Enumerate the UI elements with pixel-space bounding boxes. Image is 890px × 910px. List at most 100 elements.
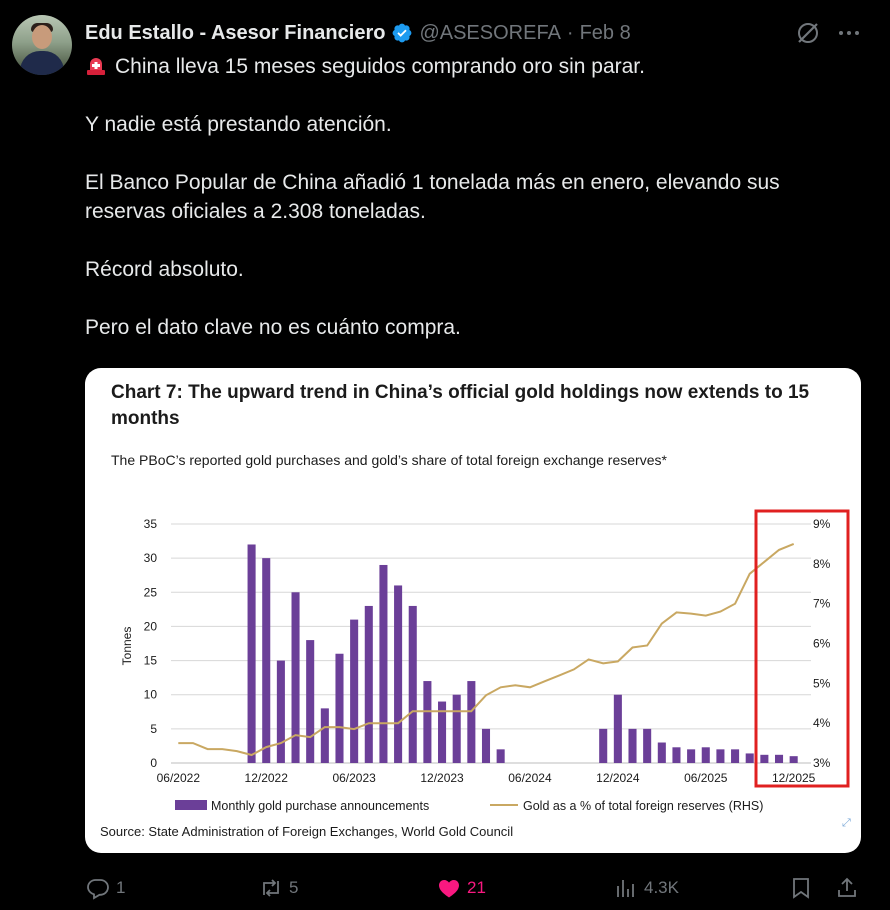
purchase-bar bbox=[672, 747, 681, 763]
chart-bars bbox=[247, 544, 798, 763]
y2-axis-labels: 3% 4% 5% 6% 7% 8% 9% bbox=[813, 517, 831, 770]
x-tick-label: 06/2024 bbox=[508, 771, 552, 785]
y2-tick-label: 4% bbox=[813, 716, 831, 730]
tweet-line-5: Pero el dato clave no es cuánto compra. bbox=[85, 316, 461, 339]
x-tick-label: 12/2024 bbox=[596, 771, 640, 785]
x-tick-label: 06/2023 bbox=[332, 771, 376, 785]
legend-line-label: Gold as a % of total foreign reserves (R… bbox=[523, 799, 763, 813]
y-tick-label: 15 bbox=[144, 654, 158, 668]
legend-bar-label: Monthly gold purchase announcements bbox=[211, 799, 429, 813]
grok-icon[interactable] bbox=[795, 20, 821, 46]
x-axis-labels: 06/2022 12/2022 06/2023 12/2023 06/2024 12/20… bbox=[157, 771, 816, 785]
purchase-bar bbox=[262, 558, 271, 763]
purchase-bar bbox=[452, 694, 461, 763]
purchase-bar bbox=[335, 653, 344, 763]
share-button[interactable] bbox=[835, 876, 865, 900]
reply-icon bbox=[87, 879, 109, 900]
y2-tick-label: 8% bbox=[813, 557, 831, 571]
heart-icon bbox=[439, 880, 459, 898]
like-count: 21 bbox=[467, 878, 486, 897]
y-tick-label: 5 bbox=[150, 722, 157, 736]
legend-bar-swatch bbox=[175, 800, 207, 810]
repost-icon bbox=[263, 879, 279, 897]
y2-tick-label: 7% bbox=[813, 597, 831, 611]
reply-button[interactable]: 1 bbox=[86, 876, 125, 900]
more-options-icon[interactable] bbox=[836, 20, 862, 46]
author-name[interactable]: Edu Estallo - Asesor Financiero bbox=[85, 22, 385, 45]
y-tick-label: 0 bbox=[150, 756, 157, 770]
x-tick-label: 12/2025 bbox=[772, 771, 816, 785]
purchase-bar bbox=[687, 749, 696, 763]
view-count: 4.3K bbox=[644, 878, 679, 897]
tweet-actions: 1 5 21 4.3K bbox=[0, 868, 890, 908]
expand-icon: ⤢ bbox=[842, 816, 851, 829]
y-tick-label: 25 bbox=[144, 585, 158, 599]
purchase-bar bbox=[613, 694, 622, 763]
tweet-line-3b: reservas oficiales a 2.308 toneladas. bbox=[85, 200, 426, 223]
purchase-bar bbox=[247, 544, 256, 763]
x-tick-label: 06/2022 bbox=[157, 771, 201, 785]
purchase-bar bbox=[306, 640, 315, 763]
tweet-line-2: Y nadie está prestando atención. bbox=[85, 113, 392, 136]
purchase-bar bbox=[481, 728, 491, 763]
tweet-text: China lleva 15 meses seguidos comprando … bbox=[85, 52, 845, 342]
purchase-bar bbox=[789, 756, 798, 763]
gold-share-line bbox=[178, 542, 795, 757]
repost-count: 5 bbox=[289, 878, 299, 897]
views-icon bbox=[617, 880, 634, 897]
purchase-bar bbox=[320, 708, 329, 763]
y2-tick-label: 6% bbox=[813, 637, 831, 651]
bookmark-icon bbox=[793, 878, 809, 899]
purchase-bar bbox=[408, 605, 417, 763]
y2-tick-label: 9% bbox=[813, 517, 831, 531]
purchase-bar bbox=[745, 753, 754, 763]
chart-image-card[interactable]: Chart 7: The upward trend in China’s off… bbox=[85, 368, 861, 853]
x-tick-label: 12/2022 bbox=[245, 771, 289, 785]
bookmark-button[interactable] bbox=[789, 876, 819, 900]
author-handle[interactable]: @ASESOREFA bbox=[419, 22, 560, 45]
x-tick-label: 06/2025 bbox=[684, 771, 728, 785]
tweet-line-3a: El Banco Popular de China añadió 1 tonel… bbox=[85, 171, 780, 194]
purchase-bar bbox=[350, 619, 359, 763]
purchase-bar bbox=[760, 754, 769, 763]
purchase-bar bbox=[716, 749, 725, 763]
x-tick-label: 12/2023 bbox=[420, 771, 464, 785]
y2-tick-label: 3% bbox=[813, 756, 831, 770]
purchase-bar bbox=[364, 605, 373, 763]
purchase-bar bbox=[379, 564, 388, 763]
y-tick-label: 10 bbox=[144, 688, 158, 702]
purchase-bar bbox=[423, 681, 432, 763]
y-axis-labels: 0 5 10 15 20 25 30 35 bbox=[144, 517, 158, 770]
y-tick-label: 30 bbox=[144, 551, 158, 565]
y-tick-label: 20 bbox=[144, 619, 158, 633]
reply-count: 1 bbox=[116, 878, 126, 897]
verified-badge-icon[interactable] bbox=[391, 22, 413, 44]
purchase-bar bbox=[599, 728, 608, 763]
repost-button[interactable]: 5 bbox=[259, 876, 298, 900]
y-axis-title: Tonnes bbox=[120, 627, 134, 666]
purchase-bar bbox=[657, 742, 666, 763]
y2-tick-label: 5% bbox=[813, 676, 831, 690]
purchase-bar bbox=[731, 749, 740, 763]
tweet-header: Edu Estallo - Asesor Financiero @ASESORE… bbox=[85, 20, 631, 46]
tweet-line-1-text: China lleva 15 meses seguidos comprando … bbox=[115, 55, 645, 78]
tweet-line-4: Récord absoluto. bbox=[85, 258, 244, 281]
share-icon bbox=[838, 877, 856, 897]
purchase-bar bbox=[276, 660, 285, 763]
purchase-bar bbox=[467, 681, 476, 763]
purchase-bar bbox=[774, 754, 784, 763]
header-separator: · bbox=[566, 21, 574, 44]
purchase-bar bbox=[394, 585, 403, 763]
tweet-line-1: China lleva 15 meses seguidos comprando … bbox=[85, 52, 845, 81]
purchase-bar bbox=[701, 747, 710, 763]
purchase-bar bbox=[628, 728, 637, 763]
like-button[interactable]: 21 bbox=[437, 876, 486, 900]
gold-chart: 0 5 10 15 20 25 30 35 3% 4% 5% 6% 7% 8% 9% 06/2022 12/… bbox=[120, 509, 851, 829]
purchase-bar bbox=[643, 728, 652, 763]
siren-emoji-icon bbox=[87, 58, 105, 75]
purchase-bar bbox=[496, 749, 505, 763]
author-avatar[interactable] bbox=[12, 15, 72, 75]
avatar-face bbox=[32, 25, 52, 49]
views-button[interactable]: 4.3K bbox=[614, 876, 679, 900]
tweet-date[interactable]: Feb 8 bbox=[580, 22, 631, 45]
